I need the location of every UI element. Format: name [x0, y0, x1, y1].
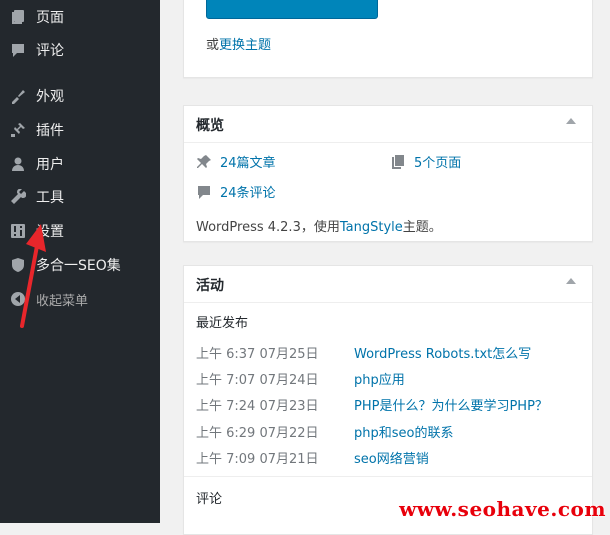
- post-date: 上午 6:37 07月25日: [196, 347, 319, 362]
- list-item: 上午 7:09 07月21日 seo网络营销: [196, 448, 586, 468]
- comments-heading: 评论: [196, 492, 223, 507]
- pages-icon: [8, 7, 28, 27]
- post-date: 上午 7:24 07月23日: [196, 399, 319, 414]
- panel-header: 概览: [184, 106, 592, 143]
- list-item: 上午 6:37 07月25日 WordPress Robots.txt怎么写: [196, 343, 586, 363]
- sidebar-item-label: 外观: [36, 89, 64, 105]
- post-date: 上午 7:09 07月21日: [196, 452, 319, 467]
- sidebar-item-label: 页面: [36, 10, 64, 26]
- post-title-link[interactable]: PHP是什么？为什么要学习PHP？: [354, 395, 548, 414]
- divider: [184, 476, 592, 477]
- post-title-link[interactable]: php应用: [354, 369, 405, 388]
- plugins-icon: [8, 120, 28, 140]
- sidebar-item-users[interactable]: 用户: [0, 149, 160, 179]
- version-suffix: 主题。: [402, 220, 442, 235]
- list-item: 上午 7:07 07月24日 php应用: [196, 369, 586, 389]
- post-title-link[interactable]: WordPress Robots.txt怎么写: [354, 343, 531, 362]
- theme-link[interactable]: TangStyle: [340, 220, 403, 235]
- change-theme-line: 或更换主题: [206, 34, 271, 53]
- red-arrow-annotation: [20, 224, 46, 328]
- list-item: 上午 7:24 07月23日 PHP是什么？为什么要学习PHP？: [196, 395, 586, 415]
- sidebar-item-label: 工具: [36, 190, 64, 206]
- pages-link[interactable]: 5个页面: [414, 152, 461, 171]
- sidebar-item-label: 评论: [36, 43, 64, 59]
- sidebar-item-comments[interactable]: 评论: [0, 35, 160, 65]
- post-title-link[interactable]: seo网络营销: [354, 448, 429, 467]
- sidebar-item-tools[interactable]: 工具: [0, 182, 160, 212]
- change-theme-link[interactable]: 更换主题: [219, 38, 271, 53]
- comments-icon: [8, 40, 28, 60]
- post-date: 上午 6:29 07月22日: [196, 426, 319, 441]
- posts-link[interactable]: 24篇文章: [220, 152, 276, 171]
- appearance-icon: [8, 86, 28, 106]
- sidebar-item-pages[interactable]: 页面: [0, 2, 160, 32]
- comments-link[interactable]: 24条评论: [220, 182, 276, 201]
- watermark-text: www.seohave.com: [399, 497, 606, 521]
- posts-count: 24篇文章: [196, 152, 276, 171]
- customize-site-button[interactable]: [206, 0, 378, 19]
- pages-icon: [392, 154, 404, 169]
- collapse-toggle-icon[interactable]: [566, 118, 576, 124]
- sidebar-item-label: 插件: [36, 123, 64, 139]
- pin-icon: [197, 154, 211, 168]
- panel-title: 概览: [196, 118, 224, 134]
- post-title-link[interactable]: php和seo的联系: [354, 422, 453, 441]
- sidebar-item-plugins[interactable]: 插件: [0, 115, 160, 145]
- activity-panel: 活动 最近发布 上午 6:37 07月25日 WordPress Robots.…: [183, 265, 593, 535]
- comments-count: 24条评论: [196, 182, 276, 201]
- comments-icon: [198, 185, 210, 199]
- users-icon: [8, 154, 28, 174]
- panel-header: 活动: [184, 266, 592, 303]
- sidebar-item-label: 用户: [36, 157, 64, 173]
- sidebar-item-appearance[interactable]: 外观: [0, 81, 160, 111]
- pages-count: 5个页面: [390, 152, 461, 171]
- list-item: 上午 6:29 07月22日 php和seo的联系: [196, 422, 586, 442]
- recently-published-heading: 最近发布: [196, 316, 249, 331]
- version-text: WordPress 4.2.3，使用: [196, 220, 340, 235]
- post-date: 上午 7:07 07月24日: [196, 373, 319, 388]
- welcome-panel: 或更换主题: [183, 0, 593, 78]
- at-a-glance-panel: 概览 24篇文章 5个页面 24条评论 WordPress 4.2.3，使用Ta…: [183, 105, 593, 242]
- tools-icon: [8, 187, 28, 207]
- or-text: 或: [206, 38, 220, 53]
- panel-title: 活动: [196, 278, 224, 294]
- collapse-toggle-icon[interactable]: [566, 278, 576, 284]
- version-info: WordPress 4.2.3，使用TangStyle主题。: [196, 216, 442, 235]
